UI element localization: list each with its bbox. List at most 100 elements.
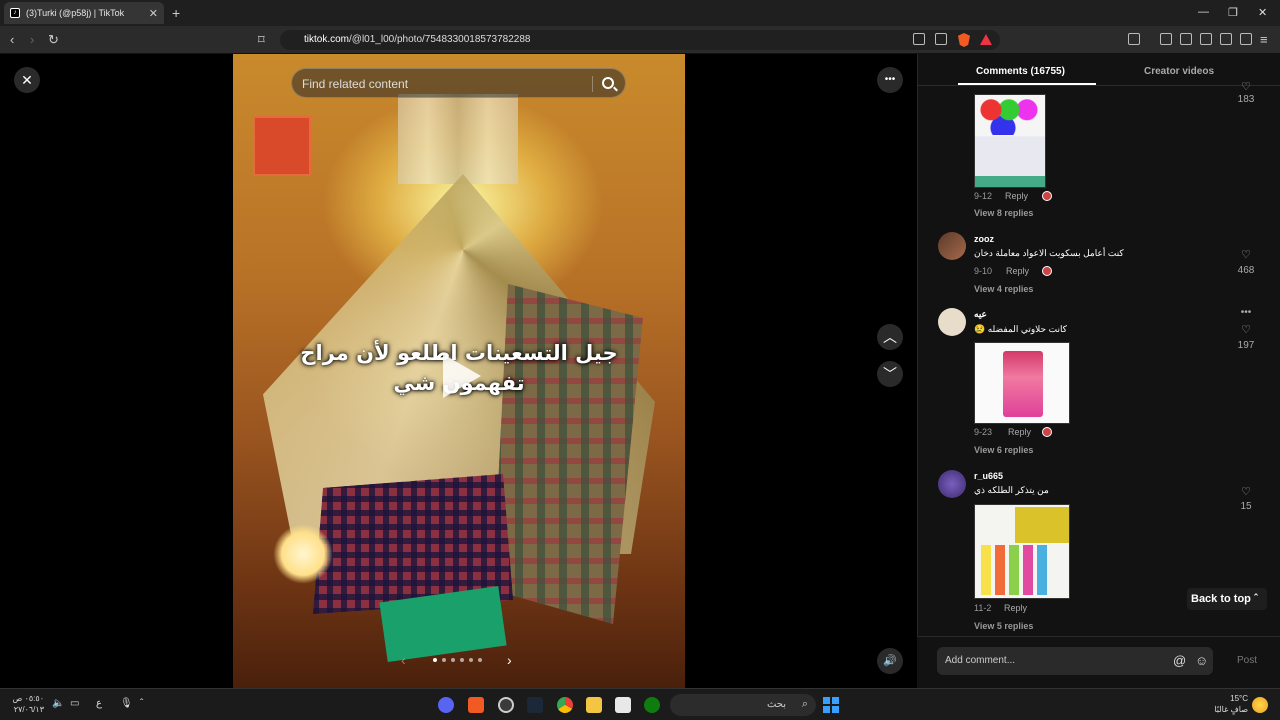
more-options-button[interactable]: •••: [877, 67, 903, 93]
view-replies-button[interactable]: View 8 replies: [974, 208, 1033, 218]
wallet-icon[interactable]: [1200, 33, 1212, 45]
slide-dot[interactable]: [478, 658, 482, 662]
heart-icon[interactable]: ♡: [1231, 485, 1261, 498]
curtain-window: [398, 94, 518, 184]
like-count: 197: [1237, 340, 1255, 351]
comment-username[interactable]: عيه: [974, 309, 987, 320]
menu-icon[interactable]: ≡: [1260, 32, 1268, 47]
back-icon[interactable]: ‹: [10, 32, 14, 47]
language-icon[interactable]: ع: [96, 698, 102, 709]
volume-button[interactable]: 🔊: [877, 648, 903, 674]
next-post-button[interactable]: ﹀: [877, 361, 903, 387]
prev-post-button[interactable]: ︿: [877, 324, 903, 350]
avatar[interactable]: [938, 308, 966, 336]
new-tab-button[interactable]: +: [172, 5, 180, 21]
url-path: /@l01_l00/photo/7548330018573782288: [349, 34, 531, 45]
heart-icon[interactable]: ♡: [1231, 80, 1261, 93]
more-options-icon[interactable]: •••: [1231, 307, 1261, 318]
taskbar-search[interactable]: بحث ⌕: [670, 694, 816, 716]
windows-start-icon[interactable]: [823, 697, 839, 713]
share-icon[interactable]: [935, 33, 947, 45]
clock-date: ٢٧/٠٦/١٣: [13, 705, 44, 714]
avatar[interactable]: [938, 232, 966, 260]
store-icon[interactable]: [615, 697, 631, 713]
tab-comments[interactable]: Comments (16755): [976, 66, 1065, 77]
slide-dot[interactable]: [460, 658, 464, 662]
comment-composer: Add comment... @ ☺ Post: [917, 636, 1280, 688]
comment-image-0[interactable]: [974, 94, 1046, 188]
view-replies-button[interactable]: View 4 replies: [974, 284, 1033, 294]
slide-dot[interactable]: [451, 658, 455, 662]
url-host: tiktok.com: [304, 34, 350, 45]
view-replies-button[interactable]: View 5 replies: [974, 621, 1033, 631]
post-button[interactable]: Post: [1237, 655, 1257, 666]
windows-taskbar: ٠٥:٥٠ ص ٢٧/٠٦/١٣ 🔈 ▭ ع 🎙 ˆ بحث ⌕ 15°C صا…: [0, 688, 1280, 720]
obs-icon[interactable]: [498, 697, 514, 713]
address-bar[interactable]: tiktok.com/@l01_l00/photo/75483300185737…: [280, 30, 1000, 50]
photo-image[interactable]: جيل التسعينات اطلعو لأن مراح تفهمون شي ‹…: [233, 54, 685, 688]
brave-icon[interactable]: [468, 697, 484, 713]
screenshot-icon[interactable]: [1128, 33, 1140, 45]
file-explorer-icon[interactable]: [586, 697, 602, 713]
vpn-shield-icon[interactable]: [1240, 33, 1252, 45]
slide-dot[interactable]: [433, 658, 437, 662]
cast-icon[interactable]: [913, 33, 925, 45]
back-to-top-label: Back to top: [1191, 593, 1251, 605]
xbox-icon[interactable]: [644, 697, 660, 713]
close-window-button[interactable]: ✕: [1258, 6, 1267, 19]
back-to-top-button[interactable]: Back to top ˆ: [1187, 588, 1267, 610]
chalk-box: [1015, 507, 1069, 543]
minimize-button[interactable]: —: [1198, 6, 1209, 18]
brave-rewards-icon[interactable]: [980, 34, 992, 45]
emoji-icon[interactable]: ☺: [1195, 653, 1208, 668]
music-icon[interactable]: [1160, 33, 1172, 45]
browser-tab[interactable]: ♪ (3)Turki (@p58j) | TikTok ✕: [4, 2, 164, 24]
avatar[interactable]: [938, 470, 966, 498]
heart-icon[interactable]: ♡: [1231, 248, 1261, 261]
weather-widget[interactable]: 15°C صافٍ غالبًا: [1206, 693, 1248, 715]
maximize-button[interactable]: ❐: [1228, 6, 1238, 19]
active-tab-underline: [958, 83, 1096, 85]
comment-username[interactable]: r_u665: [974, 471, 1003, 481]
add-comment-input[interactable]: Add comment...: [937, 647, 1213, 675]
tiktok-favicon-icon: ♪: [10, 8, 20, 18]
reply-button[interactable]: Reply: [1005, 191, 1028, 201]
weather-desc: صافٍ غالبًا: [1214, 705, 1248, 714]
wall-picture: [253, 116, 311, 176]
reply-button[interactable]: Reply: [1006, 266, 1029, 276]
reply-button[interactable]: Reply: [1008, 427, 1031, 437]
chevron-up-icon[interactable]: ˆ: [140, 698, 143, 709]
tab-creator-videos[interactable]: Creator videos: [1144, 66, 1214, 77]
network-icon[interactable]: ▭: [70, 698, 79, 709]
slide-dot[interactable]: [442, 658, 446, 662]
leo-ai-icon[interactable]: [1220, 33, 1232, 45]
comment-image-3[interactable]: [974, 504, 1070, 599]
next-slide-icon[interactable]: ›: [507, 652, 512, 668]
view-replies-button[interactable]: View 6 replies: [974, 445, 1033, 455]
discord-icon[interactable]: [438, 697, 454, 713]
slide-dot[interactable]: [469, 658, 473, 662]
reply-button[interactable]: Reply: [1004, 603, 1027, 613]
play-icon[interactable]: [443, 354, 481, 398]
lamp-glow: [273, 524, 333, 584]
reload-icon[interactable]: ↻: [48, 32, 59, 48]
mention-icon[interactable]: @: [1173, 653, 1186, 668]
prev-slide-icon[interactable]: ‹: [401, 652, 406, 668]
comment-image-2[interactable]: [974, 342, 1070, 424]
clock[interactable]: ٠٥:٥٠ ص ٢٧/٠٦/١٣: [8, 693, 44, 715]
heart-icon[interactable]: ♡: [1231, 323, 1261, 336]
creator-liked-avatar: [1042, 191, 1052, 201]
comment-username[interactable]: zooz: [974, 234, 994, 244]
microphone-icon[interactable]: 🎙: [120, 698, 133, 709]
sidebar-icon[interactable]: [1180, 33, 1192, 45]
steam-icon[interactable]: [527, 697, 543, 713]
close-tab-icon[interactable]: ✕: [149, 7, 158, 20]
bookmark-icon[interactable]: ⌑: [258, 32, 265, 48]
search-icon[interactable]: [602, 77, 614, 89]
chrome-icon[interactable]: [557, 697, 573, 713]
like-count: 15: [1240, 501, 1252, 512]
close-viewer-button[interactable]: ✕: [14, 67, 40, 93]
related-search-input[interactable]: Find related content: [291, 68, 626, 98]
forward-icon[interactable]: ›: [30, 32, 34, 47]
volume-icon[interactable]: 🔈: [52, 698, 64, 709]
